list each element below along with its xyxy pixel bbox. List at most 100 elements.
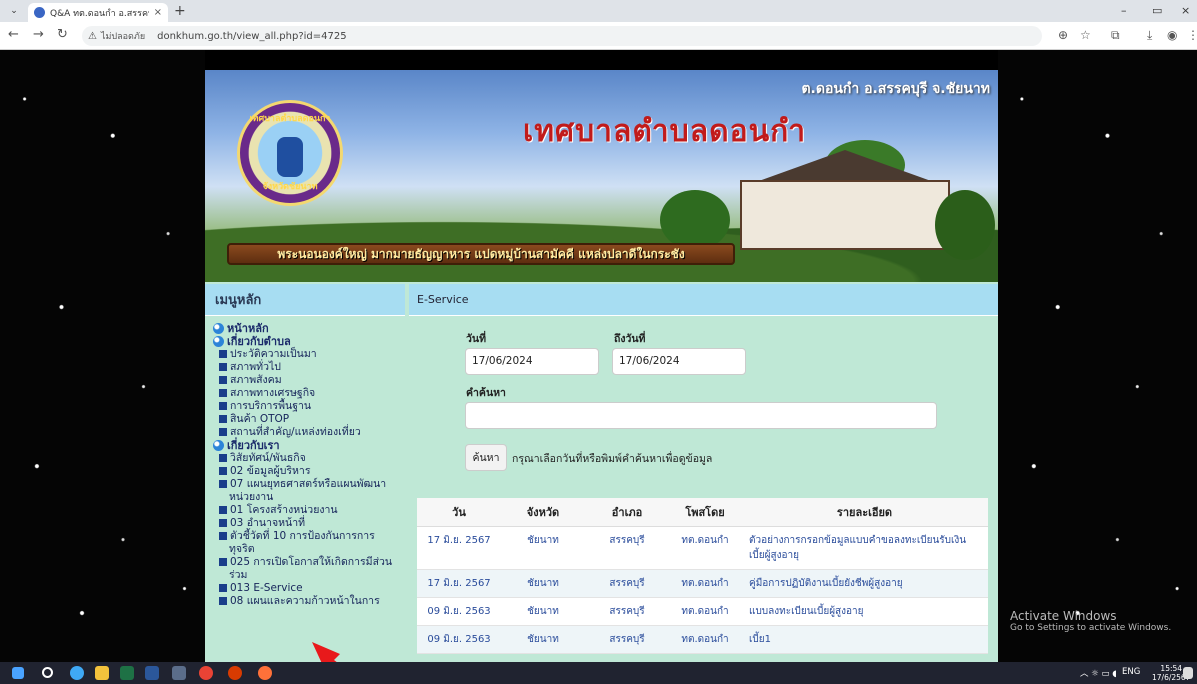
sidebar-item[interactable]: สินค้า OTOP [213, 413, 397, 426]
cell-detail-link[interactable]: คู่มือการปฏิบัติงานเบี้ยยังชีพผู้สูงอายุ [741, 569, 988, 598]
banner-tree [660, 190, 730, 250]
sidebar-item-e-service[interactable]: 013 E-Service [213, 582, 397, 595]
tab-title: Q&A ทต.ดอนกำ อ.สรรคบุรี จ.ชัยนา [50, 8, 149, 19]
square-bullet-icon [219, 558, 227, 566]
panel-title: E-Service [409, 284, 998, 316]
table-header-row: วัน จังหวัด อำเภอ โพสโดย รายละเอียด [417, 498, 988, 527]
zoom-icon[interactable]: ⊕ [1058, 28, 1068, 42]
sidebar-item[interactable]: ตัวชี้วัดที่ 10 การป้องกันการการทุจริต [213, 530, 397, 556]
site-banner: เทศบาลตำบลดอนกำ จังหวัดชัยนาท เทศบาลตำบล… [205, 70, 998, 282]
from-date-input[interactable]: 17/06/2024 [465, 348, 599, 375]
column-header-posted-by: โพสโดย [669, 498, 741, 527]
search-icon[interactable] [42, 667, 53, 678]
back-arrow-icon[interactable]: ← [8, 28, 19, 42]
firefox-icon[interactable] [258, 666, 272, 680]
sidebar-item[interactable]: สภาพทั่วไป [213, 361, 397, 374]
excel-icon[interactable] [120, 666, 134, 680]
sidebar-item[interactable]: 08 แผนและความก้าวหน้าในการ [213, 595, 397, 608]
url-text: donkhum.go.th/view_all.php?id=4725 [157, 30, 347, 42]
edge-browser-icon[interactable] [70, 666, 84, 680]
cell-posted-by: ทต.ดอนกำ [669, 526, 741, 570]
column-header-date: วัน [417, 498, 501, 527]
square-bullet-icon [219, 376, 227, 384]
column-header-detail: รายละเอียด [741, 498, 988, 527]
cell-date: 17 มิ.ย. 2567 [417, 526, 501, 570]
square-bullet-icon [219, 428, 227, 436]
tab-list-chevron-icon[interactable]: ⌄ [6, 4, 22, 18]
cell-date: 09 มิ.ย. 2563 [417, 625, 501, 654]
download-icon[interactable]: ⤓ [1147, 28, 1152, 42]
square-bullet-icon [219, 480, 227, 488]
sidebar-item[interactable]: 02 ข้อมูลผู้บริหาร [213, 465, 397, 478]
browser-toolbar: ← → ↻ ⚠ ไม่ปลอดภัย donkhum.go.th/view_al… [0, 22, 1197, 50]
main-menu-sidebar: เมนูหลัก หน้าหลัก เกี่ยวกับตำบล ประวัติค… [205, 284, 405, 662]
notification-icon[interactable] [1183, 667, 1193, 679]
close-window-button[interactable]: × [1181, 4, 1190, 17]
motto-text: พระนอนองค์ใหญ่ มากมายธัญญาหาร แปดหมู่บ้า… [277, 246, 685, 261]
tab-close-icon[interactable]: × [154, 7, 162, 18]
square-bullet-icon [219, 363, 227, 371]
square-bullet-icon [219, 467, 227, 475]
browser-tab[interactable]: Q&A ทต.ดอนกำ อ.สรรคบุรี จ.ชัยนา × [28, 3, 168, 22]
square-bullet-icon [219, 454, 227, 462]
keyword-label: คำค้นหา [466, 387, 506, 399]
cell-district: สรรคบุรี [585, 569, 669, 598]
maximize-button[interactable]: ▭ [1152, 4, 1162, 17]
cell-date: 09 มิ.ย. 2563 [417, 597, 501, 626]
sidebar-item[interactable]: 01 โครงสร้างหน่วยงาน [213, 504, 397, 517]
sidebar-item[interactable]: สภาพทางเศรษฐกิจ [213, 387, 397, 400]
app-icon[interactable] [172, 666, 186, 680]
banner-tree [935, 190, 995, 260]
cell-detail-link[interactable]: ตัวอย่างการกรอกข้อมูลแบบคำขอลงทะเบียนรับ… [741, 526, 988, 570]
sidebar-item[interactable]: 025 การเปิดโอกาสให้เกิดการมีส่วนร่วม [213, 556, 397, 582]
search-button[interactable]: ค้นหา [465, 444, 507, 471]
profile-icon[interactable]: ◉ [1167, 28, 1177, 42]
word-icon[interactable] [145, 666, 159, 680]
sidebar-category-home[interactable]: หน้าหลัก [213, 322, 397, 335]
square-bullet-icon [219, 402, 227, 410]
sidebar-category-about-subdistrict[interactable]: เกี่ยวกับตำบล [213, 335, 397, 348]
table-row: 09 มิ.ย. 2563 ชัยนาท สรรคบุรี ทต.ดอนกำ แ… [417, 597, 988, 626]
cell-province: ชัยนาท [501, 625, 585, 654]
forward-arrow-icon[interactable]: → [33, 28, 44, 42]
square-bullet-icon [219, 584, 227, 592]
cell-district: สรรคบุรี [585, 597, 669, 626]
address-bar[interactable]: ⚠ ไม่ปลอดภัย donkhum.go.th/view_all.php?… [82, 26, 1042, 46]
sidebar-item[interactable]: วิสัยทัศน์/พันธกิจ [213, 452, 397, 465]
language-indicator[interactable]: ENG [1122, 667, 1140, 677]
cell-detail-link[interactable]: เบี้ย1 [741, 625, 988, 654]
menu-dots-icon[interactable]: ⋮ [1187, 28, 1197, 42]
logo-bottom-text: จังหวัดชัยนาท [262, 182, 318, 192]
sidebar-item[interactable]: สภาพสังคม [213, 374, 397, 387]
banner-location-text: ต.ดอนกำ อ.สรรคบุรี จ.ชัยนาท [801, 81, 990, 97]
star-background-right [998, 50, 1197, 662]
search-hint: กรุณาเลือกวันที่หรือพิมพ์คำค้นหาเพื่อดูข… [512, 453, 713, 465]
e-service-panel: E-Service วันที่ ถึงวันที่ 17/06/2024 17… [409, 284, 998, 662]
bookmark-star-icon[interactable]: ☆ [1080, 28, 1091, 42]
start-icon[interactable] [12, 667, 24, 679]
sidebar-category-about-us[interactable]: เกี่ยวกับเรา [213, 439, 397, 452]
web-page: เทศบาลตำบลดอนกำ จังหวัดชัยนาท เทศบาลตำบล… [0, 50, 1197, 662]
bullet-icon [213, 440, 224, 451]
new-tab-button[interactable]: + [174, 3, 186, 19]
sidebar-item[interactable]: สถานที่สำคัญ/แหล่งท่องเที่ยว [213, 426, 397, 439]
municipality-logo[interactable]: เทศบาลตำบลดอนกำ จังหวัดชัยนาท [237, 100, 343, 206]
file-explorer-icon[interactable] [95, 666, 109, 680]
sidebar-item[interactable]: 03 อำนาจหน้าที่ [213, 517, 397, 530]
system-tray-icons[interactable]: ︿ ☼ ▭ ◖ [1080, 667, 1117, 679]
square-bullet-icon [219, 597, 227, 605]
extensions-icon[interactable]: ⧉ [1111, 28, 1120, 42]
app-icon[interactable] [228, 666, 242, 680]
reload-icon[interactable]: ↻ [57, 28, 68, 42]
keyword-input[interactable] [465, 402, 937, 429]
minimize-button[interactable]: – [1121, 4, 1127, 17]
sidebar-item[interactable]: 07 แผนยุทธศาสตร์หรือแผนพัฒนาหน่วยงาน [213, 478, 397, 504]
to-date-input[interactable]: 17/06/2024 [612, 348, 746, 375]
cell-province: ชัยนาท [501, 597, 585, 626]
square-bullet-icon [219, 519, 227, 527]
sidebar-category-label: เกี่ยวกับตำบล [227, 335, 291, 348]
sidebar-item[interactable]: การบริการพื้นฐาน [213, 400, 397, 413]
cell-detail-link[interactable]: แบบลงทะเบียนเบี้ยผู้สูงอายุ [741, 597, 988, 626]
chrome-icon[interactable] [199, 666, 213, 680]
sidebar-item[interactable]: ประวัติความเป็นมา [213, 348, 397, 361]
